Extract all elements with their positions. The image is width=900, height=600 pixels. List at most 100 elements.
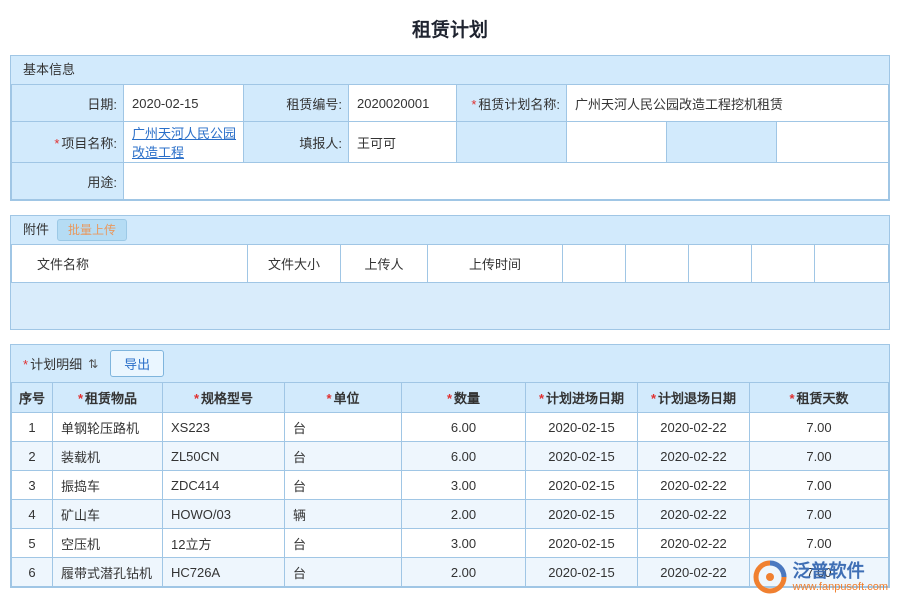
empty-value-cell: [777, 122, 889, 163]
plan-details-header: *计划明细 ⇅ 导出: [11, 345, 889, 382]
attachments-section: 附件 批量上传 文件名称 文件大小 上传人 上传时间: [10, 215, 890, 330]
empty-label-cell: [667, 122, 777, 163]
empty-col-header: [815, 245, 889, 283]
sort-icon[interactable]: ⇅: [88, 357, 98, 371]
cell: HOWO/03: [163, 500, 285, 529]
table-row: 3 振捣车 ZDC414 台 3.00 2020-02-15 2020-02-2…: [12, 471, 889, 500]
table-row: 5 空压机 12立方 台 3.00 2020-02-15 2020-02-22 …: [12, 529, 889, 558]
attachments-title: 附件: [23, 216, 49, 244]
date-label: 日期:: [12, 85, 124, 122]
cell: 2020-02-15: [526, 442, 638, 471]
table-row: *项目名称: 广州天河人民公园改造工程 填报人: 王可可: [12, 122, 889, 163]
cell: 2020-02-22: [638, 558, 750, 587]
purpose-label: 用途:: [12, 163, 124, 200]
cell: 振捣车: [53, 471, 163, 500]
reporter-label: 填报人:: [244, 122, 349, 163]
col-header-text: 租赁天数: [797, 391, 849, 406]
cell: 装载机: [53, 442, 163, 471]
cell: 3: [12, 471, 53, 500]
cell: 2.00: [402, 558, 526, 587]
cell: 2020-02-15: [526, 529, 638, 558]
col-header-item: *租赁物品: [53, 383, 163, 413]
page-title: 租赁计划: [0, 0, 900, 55]
cell: 12立方: [163, 529, 285, 558]
plan-name-label: *租赁计划名称:: [457, 85, 567, 122]
required-marker: *: [447, 391, 452, 406]
cell: 3.00: [402, 529, 526, 558]
rental-no-value: 2020020001: [349, 85, 457, 122]
project-link[interactable]: 广州天河人民公园改造工程: [132, 126, 236, 160]
cell: 矿山车: [53, 500, 163, 529]
required-marker: *: [194, 391, 199, 406]
col-header-file-size: 文件大小: [248, 245, 341, 283]
col-header-file-name: 文件名称: [12, 245, 248, 283]
export-button[interactable]: 导出: [110, 350, 164, 377]
cell: 2020-02-22: [638, 442, 750, 471]
col-header-days: *租赁天数: [750, 383, 889, 413]
col-header-seq: 序号: [12, 383, 53, 413]
required-marker: *: [651, 391, 656, 406]
table-row: 日期: 2020-02-15 租赁编号: 2020020001 *租赁计划名称:…: [12, 85, 889, 122]
empty-value-cell: [567, 122, 667, 163]
date-value: 2020-02-15: [124, 85, 244, 122]
cell: 7.00: [750, 442, 889, 471]
cell: 履带式潜孔钻机: [53, 558, 163, 587]
table-row: 2 装载机 ZL50CN 台 6.00 2020-02-15 2020-02-2…: [12, 442, 889, 471]
plan-details-table: 序号 *租赁物品 *规格型号 *单位 *数量 *计划进场日期 *计划退场日期 *…: [11, 382, 889, 587]
required-marker: *: [326, 391, 331, 406]
plan-name-label-text: 租赁计划名称:: [478, 97, 560, 112]
watermark-brand: 泛普软件: [793, 561, 888, 581]
cell: 7.00: [750, 471, 889, 500]
required-marker: *: [789, 391, 794, 406]
attachments-empty-area: [11, 283, 889, 329]
col-header-upload-time: 上传时间: [428, 245, 563, 283]
cell: 台: [285, 413, 402, 442]
cell: 2020-02-15: [526, 471, 638, 500]
cell: 6.00: [402, 442, 526, 471]
cell: XS223: [163, 413, 285, 442]
cell: 2020-02-22: [638, 500, 750, 529]
fanpu-logo-icon: [753, 560, 787, 594]
project-label-text: 项目名称:: [61, 136, 117, 151]
purpose-value: [124, 163, 889, 200]
table-header-row: 序号 *租赁物品 *规格型号 *单位 *数量 *计划进场日期 *计划退场日期 *…: [12, 383, 889, 413]
cell: 2020-02-22: [638, 471, 750, 500]
watermark: 泛普软件 www.fanpusoft.com: [753, 560, 888, 594]
required-marker: *: [54, 136, 59, 151]
cell: ZL50CN: [163, 442, 285, 471]
watermark-url: www.fanpusoft.com: [793, 581, 888, 594]
cell: 3.00: [402, 471, 526, 500]
cell: 2: [12, 442, 53, 471]
cell: 单钢轮压路机: [53, 413, 163, 442]
cell: 1: [12, 413, 53, 442]
col-header-text: 规格型号: [201, 391, 253, 406]
batch-upload-button[interactable]: 批量上传: [57, 219, 127, 241]
attachments-header: 附件 批量上传: [11, 216, 889, 244]
cell: 5: [12, 529, 53, 558]
basic-info-section: 基本信息 日期: 2020-02-15 租赁编号: 2020020001 *租赁…: [10, 55, 890, 201]
table-row: 文件名称 文件大小 上传人 上传时间: [12, 245, 889, 283]
required-marker: *: [78, 391, 83, 406]
required-marker: *: [471, 97, 476, 112]
cell: 2020-02-15: [526, 500, 638, 529]
plan-details-section: *计划明细 ⇅ 导出 序号 *租赁物品 *规格型号 *单位 *数量 *计划进场日…: [10, 344, 890, 588]
cell: 7.00: [750, 413, 889, 442]
empty-label-cell: [457, 122, 567, 163]
cell: ZDC414: [163, 471, 285, 500]
attachments-table: 文件名称 文件大小 上传人 上传时间: [11, 244, 889, 283]
reporter-value: 王可可: [349, 122, 457, 163]
col-header-text: 计划退场日期: [658, 391, 736, 406]
col-header-model: *规格型号: [163, 383, 285, 413]
cell: 2020-02-15: [526, 558, 638, 587]
cell: 辆: [285, 500, 402, 529]
required-marker: *: [23, 357, 28, 372]
cell: 2.00: [402, 500, 526, 529]
basic-info-title: 基本信息: [23, 56, 75, 84]
rental-no-label: 租赁编号:: [244, 85, 349, 122]
cell: 6: [12, 558, 53, 587]
plan-name-value: 广州天河人民公园改造工程挖机租赁: [567, 85, 889, 122]
col-header-text: 单位: [334, 391, 360, 406]
project-label: *项目名称:: [12, 122, 124, 163]
col-header-text: 数量: [454, 391, 480, 406]
project-value-cell: 广州天河人民公园改造工程: [124, 122, 244, 163]
